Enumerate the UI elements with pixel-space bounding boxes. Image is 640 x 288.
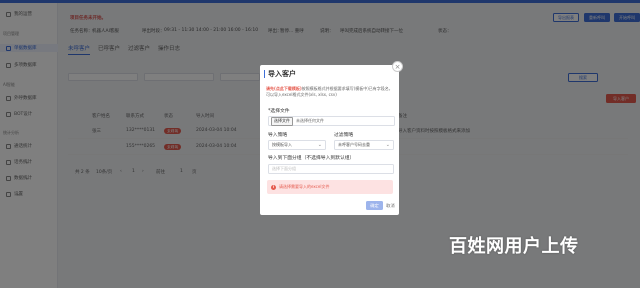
choose-file-button[interactable]: 选择文件 — [271, 116, 293, 126]
confirm-button[interactable]: 确定 — [366, 201, 383, 210]
close-icon[interactable]: × — [392, 61, 403, 72]
dialog-title: 导入客户 — [264, 70, 296, 78]
group-select[interactable]: 选择下面分组 — [268, 164, 394, 174]
cancel-button[interactable]: 取消 — [384, 201, 397, 210]
group-label: 导入到下面分组（不选择导入到默认组） — [268, 156, 355, 161]
watermark: 百姓网用户上传 — [449, 236, 579, 257]
file-label: *选择文件 — [268, 109, 290, 114]
chevron-down-icon: ⌄ — [317, 142, 322, 148]
download-template-link[interactable]: 请先(点此下载模板) — [266, 86, 302, 91]
error-icon: ! — [271, 184, 276, 190]
file-input[interactable]: 选择文件 未选择任何文件 — [268, 116, 395, 126]
strategy-label: 导入策略 — [268, 133, 288, 138]
chevron-down-icon: ⌄ — [385, 142, 390, 148]
import-customer-dialog: 导入客户 × 请先(点此下载模板)按照模板格式并根据要求填写(模板中)已有字段名… — [260, 61, 403, 215]
strategy-select[interactable]: 按模板导入 ⌄ — [268, 140, 326, 150]
file-status-text: 未选择任何文件 — [296, 118, 324, 123]
filter-label: 过滤策略 — [334, 133, 354, 138]
import-notice: 请先(点此下载模板)按照模板格式并根据要求填写(模板中)已有字段名，可以导入ex… — [266, 86, 393, 97]
filter-select[interactable]: 未呼客户号码去重 ⌄ — [334, 140, 394, 150]
error-alert: ! 请选择需要导入的excel文件 — [267, 180, 393, 194]
